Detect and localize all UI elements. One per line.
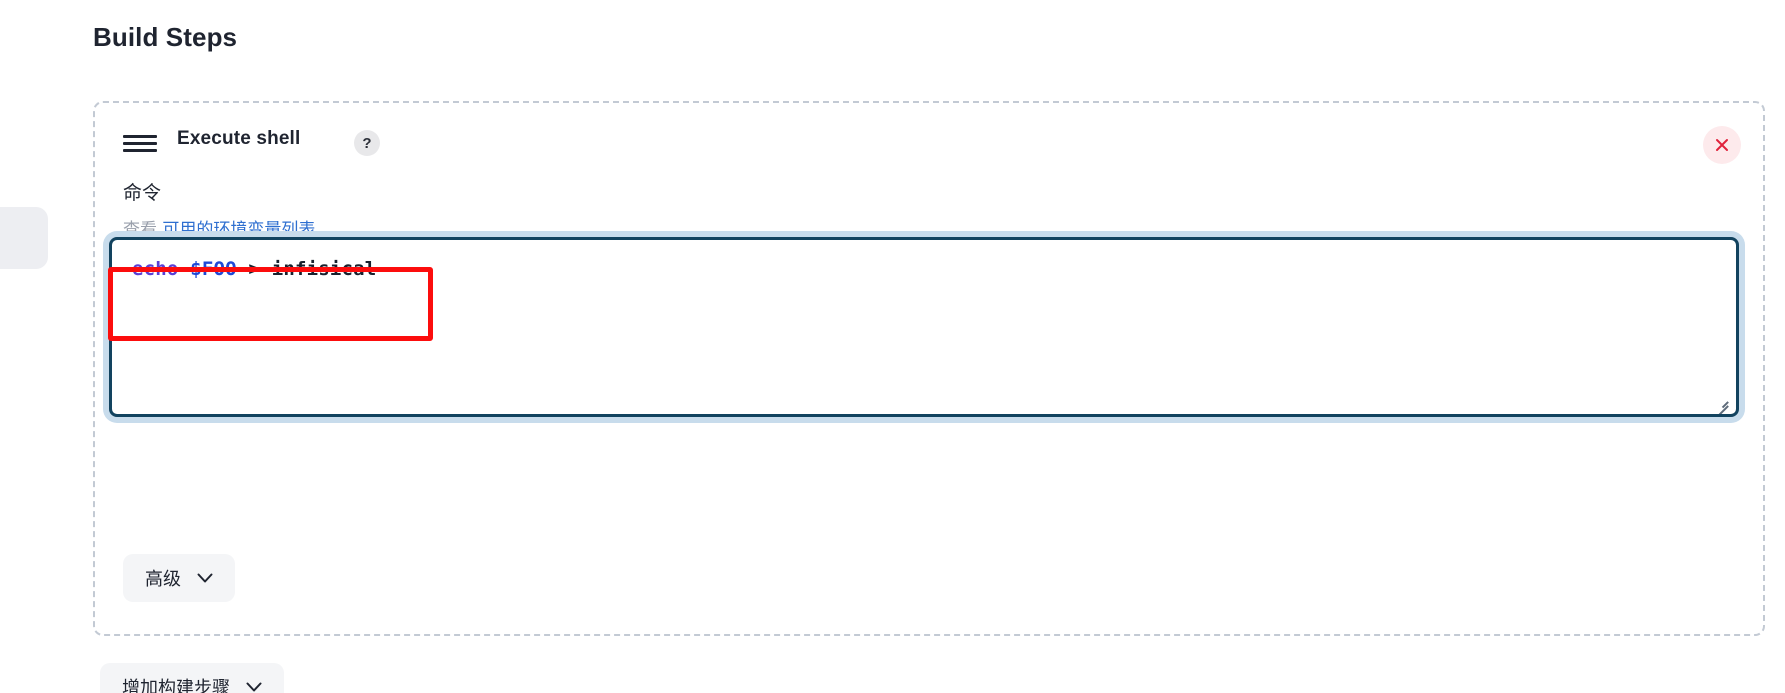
resize-handle-icon[interactable] [1714, 394, 1729, 414]
add-build-step-label: 增加构建步骤 [122, 678, 230, 693]
close-button[interactable] [1703, 126, 1741, 164]
code-token-argument: infisical [271, 258, 377, 280]
page-title: Build Steps [93, 22, 238, 52]
build-step-header: Execute shell ? [95, 121, 1763, 165]
chevron-down-icon [246, 677, 262, 693]
command-textarea[interactable]: echo $FOO > infisical [109, 237, 1739, 417]
add-build-step-button[interactable]: 增加构建步骤 [100, 663, 284, 693]
page-root: Build Steps Execute shell ? 命令 查看 可用的环境变… [0, 0, 1785, 693]
code-token-keyword: echo [132, 258, 179, 280]
left-sidebar-stub[interactable] [0, 207, 48, 269]
build-step-card: Execute shell ? 命令 查看 可用的环境变量列表 echo $FO… [93, 101, 1765, 636]
code-token-variable: $FOO [190, 258, 237, 280]
command-code-line: echo $FOO > infisical [132, 256, 1716, 282]
hamburger-icon[interactable] [123, 133, 157, 155]
chevron-down-icon [197, 568, 213, 589]
advanced-button-label: 高级 [145, 569, 181, 590]
code-token-operator: > [248, 258, 261, 280]
command-textarea-wrapper: echo $FOO > infisical [109, 237, 1739, 417]
command-label: 命令 [123, 182, 162, 204]
advanced-button[interactable]: 高级 [123, 554, 235, 602]
help-badge[interactable]: ? [354, 130, 380, 156]
build-step-title: Execute shell [177, 128, 301, 149]
close-icon [1713, 136, 1731, 154]
